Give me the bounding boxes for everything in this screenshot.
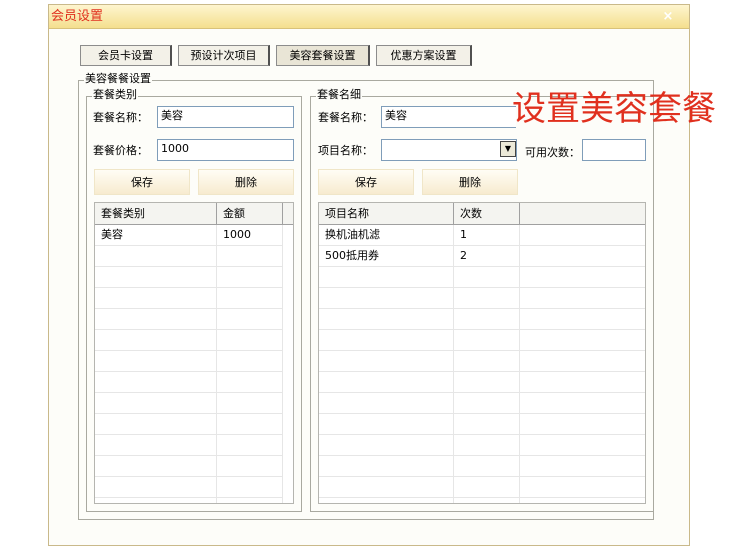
tab-beauty-package[interactable]: 美容套餐设置 (276, 45, 370, 66)
item-name-select[interactable] (381, 139, 517, 161)
table-row[interactable]: 美容 1000 (95, 225, 283, 246)
available-count-label: 可用次数： (525, 146, 580, 159)
right-package-name-input[interactable]: 美容 (381, 106, 516, 128)
empty-row (319, 414, 645, 435)
chevron-down-icon[interactable]: ▼ (500, 141, 516, 157)
cell-amount: 1000 (223, 228, 251, 241)
empty-row (319, 456, 645, 477)
cell-item-name: 500抵用券 (325, 249, 379, 262)
empty-row (319, 393, 645, 414)
close-icon[interactable]: × (659, 9, 677, 25)
package-price-input[interactable]: 1000 (157, 139, 294, 161)
left-delete-button[interactable]: 删除 (198, 169, 294, 195)
cell-category: 美容 (101, 228, 123, 241)
package-category-table[interactable]: 套餐类别 金额 美容 1000 (94, 202, 294, 504)
available-count-input[interactable] (582, 139, 646, 161)
tab-discount-plan[interactable]: 优惠方案设置 (376, 45, 472, 66)
empty-row (95, 309, 283, 330)
right-save-button[interactable]: 保存 (318, 169, 414, 195)
empty-row (319, 267, 645, 288)
package-category-legend: 套餐类别 (92, 88, 138, 101)
right-table-header: 项目名称 次数 (319, 203, 645, 225)
empty-row (95, 351, 283, 372)
item-name-label: 项目名称： (318, 144, 373, 157)
empty-row (95, 393, 283, 414)
empty-row (319, 477, 645, 498)
right-package-name-label: 套餐名称： (318, 111, 373, 124)
column-header-count[interactable]: 次数 (454, 203, 520, 224)
empty-row (319, 372, 645, 393)
empty-row (319, 330, 645, 351)
empty-row (95, 246, 283, 267)
empty-row (95, 372, 283, 393)
empty-row (95, 435, 283, 456)
package-detail-legend: 套餐名细 (316, 88, 362, 101)
column-header-category[interactable]: 套餐类别 (95, 203, 217, 224)
empty-row (95, 267, 283, 288)
column-header-item-name[interactable]: 项目名称 (319, 203, 454, 224)
empty-row (319, 351, 645, 372)
left-table-header: 套餐类别 金额 (95, 203, 293, 225)
empty-row (319, 288, 645, 309)
table-row[interactable]: 500抵用券 2 (319, 246, 645, 267)
column-header-amount[interactable]: 金额 (217, 203, 283, 224)
empty-row (95, 477, 283, 498)
window-title: 会员设置 (51, 9, 104, 24)
cell-item-name: 换机油机滤 (325, 228, 380, 241)
left-package-name-label: 套餐名称： (93, 111, 148, 124)
empty-row (319, 435, 645, 456)
empty-row (95, 330, 283, 351)
left-save-button[interactable]: 保存 (94, 169, 190, 195)
package-settings-legend: 美容餐餐设置 (84, 72, 152, 85)
package-detail-table[interactable]: 项目名称 次数 换机油机滤 1 500抵用券 2 (318, 202, 646, 504)
empty-row (95, 288, 283, 309)
tab-member-card[interactable]: 会员卡设置 (80, 45, 172, 66)
left-package-name-input[interactable]: 美容 (157, 106, 294, 128)
cell-count: 2 (460, 249, 467, 262)
overlay-caption: 设置美容套餐 (512, 89, 716, 129)
table-row[interactable]: 换机油机滤 1 (319, 225, 645, 246)
tab-preset-count-items[interactable]: 预设计次项目 (178, 45, 270, 66)
empty-row (95, 414, 283, 435)
cell-count: 1 (460, 228, 467, 241)
title-bar[interactable]: 会员设置 × (49, 5, 689, 29)
right-delete-button[interactable]: 删除 (422, 169, 518, 195)
package-price-label: 套餐价格： (93, 144, 148, 157)
empty-row (319, 309, 645, 330)
empty-row (95, 456, 283, 477)
